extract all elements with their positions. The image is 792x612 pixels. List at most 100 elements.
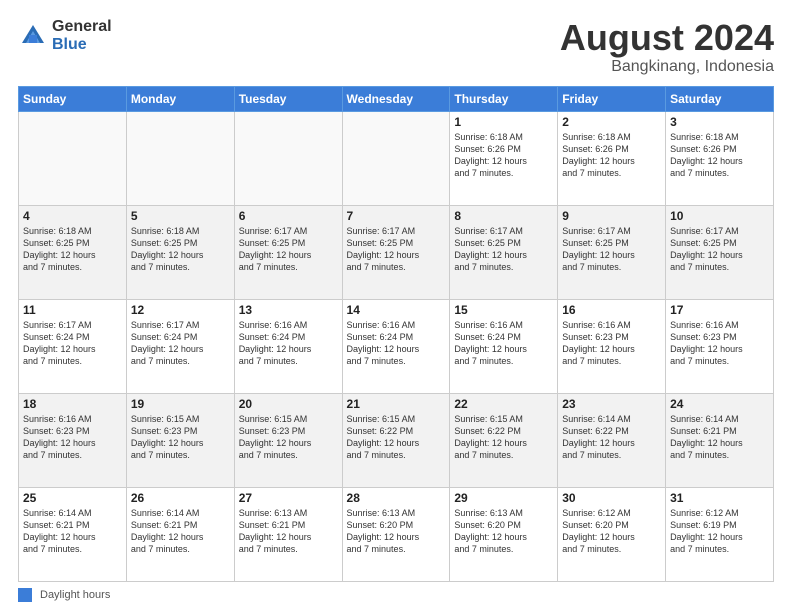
day-detail: Sunrise: 6:12 AM Sunset: 6:19 PM Dayligh… [670, 507, 769, 556]
day-detail: Sunrise: 6:13 AM Sunset: 6:21 PM Dayligh… [239, 507, 338, 556]
table-row: 1Sunrise: 6:18 AM Sunset: 6:26 PM Daylig… [450, 111, 558, 205]
day-number: 15 [454, 303, 553, 317]
title-block: August 2024 Bangkinang, Indonesia [560, 18, 774, 76]
legend-color-box [18, 588, 32, 602]
day-number: 2 [562, 115, 661, 129]
day-detail: Sunrise: 6:14 AM Sunset: 6:21 PM Dayligh… [670, 413, 769, 462]
table-row: 18 Sunrise: 6:16 AM Sunset: 6:23 PM Dayli… [19, 393, 127, 487]
day-number: 29 [454, 491, 553, 505]
day-number: 23 [562, 397, 661, 411]
day-detail: Sunrise: 6:16 AM Sunset: 6:23 PM Dayligh… [23, 413, 122, 462]
table-row: 12 Sunrise: 6:17 AM Sunset: 6:24 PM Dayli… [126, 299, 234, 393]
logo: General Blue [18, 18, 112, 53]
legend: Daylight hours [18, 588, 774, 602]
day-number: 1 [454, 115, 553, 129]
page: General Blue August 2024 Bangkinang, Ind… [0, 0, 792, 612]
table-row [126, 111, 234, 205]
day-number: 5 [131, 209, 230, 223]
day-detail: Sunrise: 6:12 AM Sunset: 6:20 PM Dayligh… [562, 507, 661, 556]
day-number: 14 [347, 303, 446, 317]
calendar-table: Sunday Monday Tuesday Wednesday Thursday… [18, 86, 774, 582]
col-tuesday: Tuesday [234, 86, 342, 111]
table-row [234, 111, 342, 205]
col-monday: Monday [126, 86, 234, 111]
table-row: 3 Sunrise: 6:18 AM Sunset: 6:26 PM Daylig… [666, 111, 774, 205]
day-detail: Sunrise: 6:14 AM Sunset: 6:21 PM Dayligh… [23, 507, 122, 556]
col-sunday: Sunday [19, 86, 127, 111]
day-detail: Sunrise: 6:18 AM Sunset: 6:25 PM Dayligh… [23, 225, 122, 274]
table-row: 25 Sunrise: 6:14 AM Sunset: 6:21 PM Dayli… [19, 487, 127, 581]
header: General Blue August 2024 Bangkinang, Ind… [18, 18, 774, 76]
day-detail: Sunrise: 6:15 AM Sunset: 6:23 PM Dayligh… [131, 413, 230, 462]
day-number: 22 [454, 397, 553, 411]
day-detail: Sunrise: 6:13 AM Sunset: 6:20 PM Dayligh… [454, 507, 553, 556]
day-number: 12 [131, 303, 230, 317]
day-detail: Sunrise: 6:14 AM Sunset: 6:21 PM Dayligh… [131, 507, 230, 556]
day-detail: Sunrise: 6:17 AM Sunset: 6:25 PM Dayligh… [562, 225, 661, 274]
day-number: 7 [347, 209, 446, 223]
table-row: 27 Sunrise: 6:13 AM Sunset: 6:21 PM Dayli… [234, 487, 342, 581]
day-number: 13 [239, 303, 338, 317]
table-row: 20Sunrise: 6:15 AM Sunset: 6:23 PM Dayli… [234, 393, 342, 487]
logo-icon [18, 21, 48, 51]
day-detail: Sunrise: 6:15 AM Sunset: 6:22 PM Dayligh… [347, 413, 446, 462]
table-row: 28 Sunrise: 6:13 AM Sunset: 6:20 PM Dayli… [342, 487, 450, 581]
calendar-week-row: 18 Sunrise: 6:16 AM Sunset: 6:23 PM Dayli… [19, 393, 774, 487]
col-thursday: Thursday [450, 86, 558, 111]
day-detail: Sunrise: 6:16 AM Sunset: 6:23 PM Dayligh… [670, 319, 769, 368]
day-number: 10 [670, 209, 769, 223]
day-detail: Sunrise: 6:14 AM Sunset: 6:22 PM Dayligh… [562, 413, 661, 462]
day-number: 25 [23, 491, 122, 505]
table-row: 29 Sunrise: 6:13 AM Sunset: 6:20 PM Dayli… [450, 487, 558, 581]
day-number: 3 [670, 115, 769, 129]
table-row: 11 Sunrise: 6:17 AM Sunset: 6:24 PM Dayli… [19, 299, 127, 393]
day-detail: Sunrise: 6:15 AM Sunset: 6:23 PM Dayligh… [239, 413, 338, 462]
col-wednesday: Wednesday [342, 86, 450, 111]
day-number: 27 [239, 491, 338, 505]
table-row [19, 111, 127, 205]
day-detail: Sunrise: 6:17 AM Sunset: 6:24 PM Dayligh… [131, 319, 230, 368]
day-detail: Sunrise: 6:18 AM Sunset: 6:25 PM Dayligh… [131, 225, 230, 274]
day-number: 6 [239, 209, 338, 223]
day-detail: Sunrise: 6:17 AM Sunset: 6:24 PM Dayligh… [23, 319, 122, 368]
legend-label: Daylight hours [40, 589, 110, 601]
calendar-header-row: Sunday Monday Tuesday Wednesday Thursday… [19, 86, 774, 111]
day-detail: Sunrise: 6:18 AM Sunset: 6:26 PM Dayligh… [562, 131, 661, 180]
day-number: 31 [670, 491, 769, 505]
table-row: 22Sunrise: 6:15 AM Sunset: 6:22 PM Dayli… [450, 393, 558, 487]
logo-text: General Blue [52, 18, 112, 53]
calendar-week-row: 11 Sunrise: 6:17 AM Sunset: 6:24 PM Dayli… [19, 299, 774, 393]
day-number: 17 [670, 303, 769, 317]
day-number: 28 [347, 491, 446, 505]
table-row: 7 Sunrise: 6:17 AM Sunset: 6:25 PM Daylig… [342, 205, 450, 299]
day-number: 16 [562, 303, 661, 317]
calendar-week-row: 25 Sunrise: 6:14 AM Sunset: 6:21 PM Dayli… [19, 487, 774, 581]
day-number: 18 [23, 397, 122, 411]
day-detail: Sunrise: 6:16 AM Sunset: 6:23 PM Dayligh… [562, 319, 661, 368]
col-friday: Friday [558, 86, 666, 111]
day-number: 11 [23, 303, 122, 317]
day-detail: Sunrise: 6:16 AM Sunset: 6:24 PM Dayligh… [454, 319, 553, 368]
table-row: 24 Sunrise: 6:14 AM Sunset: 6:21 PM Dayli… [666, 393, 774, 487]
logo-blue-text: Blue [52, 36, 112, 54]
table-row: 30Sunrise: 6:12 AM Sunset: 6:20 PM Dayli… [558, 487, 666, 581]
day-number: 19 [131, 397, 230, 411]
table-row: 15 Sunrise: 6:16 AM Sunset: 6:24 PM Dayli… [450, 299, 558, 393]
table-row: 10Sunrise: 6:17 AM Sunset: 6:25 PM Dayli… [666, 205, 774, 299]
day-detail: Sunrise: 6:17 AM Sunset: 6:25 PM Dayligh… [347, 225, 446, 274]
day-number: 8 [454, 209, 553, 223]
day-detail: Sunrise: 6:13 AM Sunset: 6:20 PM Dayligh… [347, 507, 446, 556]
calendar-week-row: 1 Sunrise: 6:18 AM Sunset: 6:26 PM Daylig… [19, 111, 774, 205]
calendar-title: August 2024 [560, 18, 774, 58]
day-detail: Sunrise: 6:18 AM Sunset: 6:26 PM Dayligh… [670, 131, 769, 180]
day-number: 24 [670, 397, 769, 411]
table-row: 9Sunrise: 6:17 AM Sunset: 6:25 PM Daylig… [558, 205, 666, 299]
day-detail: Sunrise: 6:16 AM Sunset: 6:24 PM Dayligh… [239, 319, 338, 368]
day-number: 4 [23, 209, 122, 223]
table-row: 13 Sunrise: 6:16 AM Sunset: 6:24 PM Dayli… [234, 299, 342, 393]
calendar-location: Bangkinang, Indonesia [560, 58, 774, 76]
table-row: 17 Sunrise: 6:16 AM Sunset: 6:23 PM Dayli… [666, 299, 774, 393]
table-row: 6Sunrise: 6:17 AM Sunset: 6:25 PM Daylig… [234, 205, 342, 299]
table-row: 4 Sunrise: 6:18 AM Sunset: 6:25 PM Daylig… [19, 205, 127, 299]
col-saturday: Saturday [666, 86, 774, 111]
